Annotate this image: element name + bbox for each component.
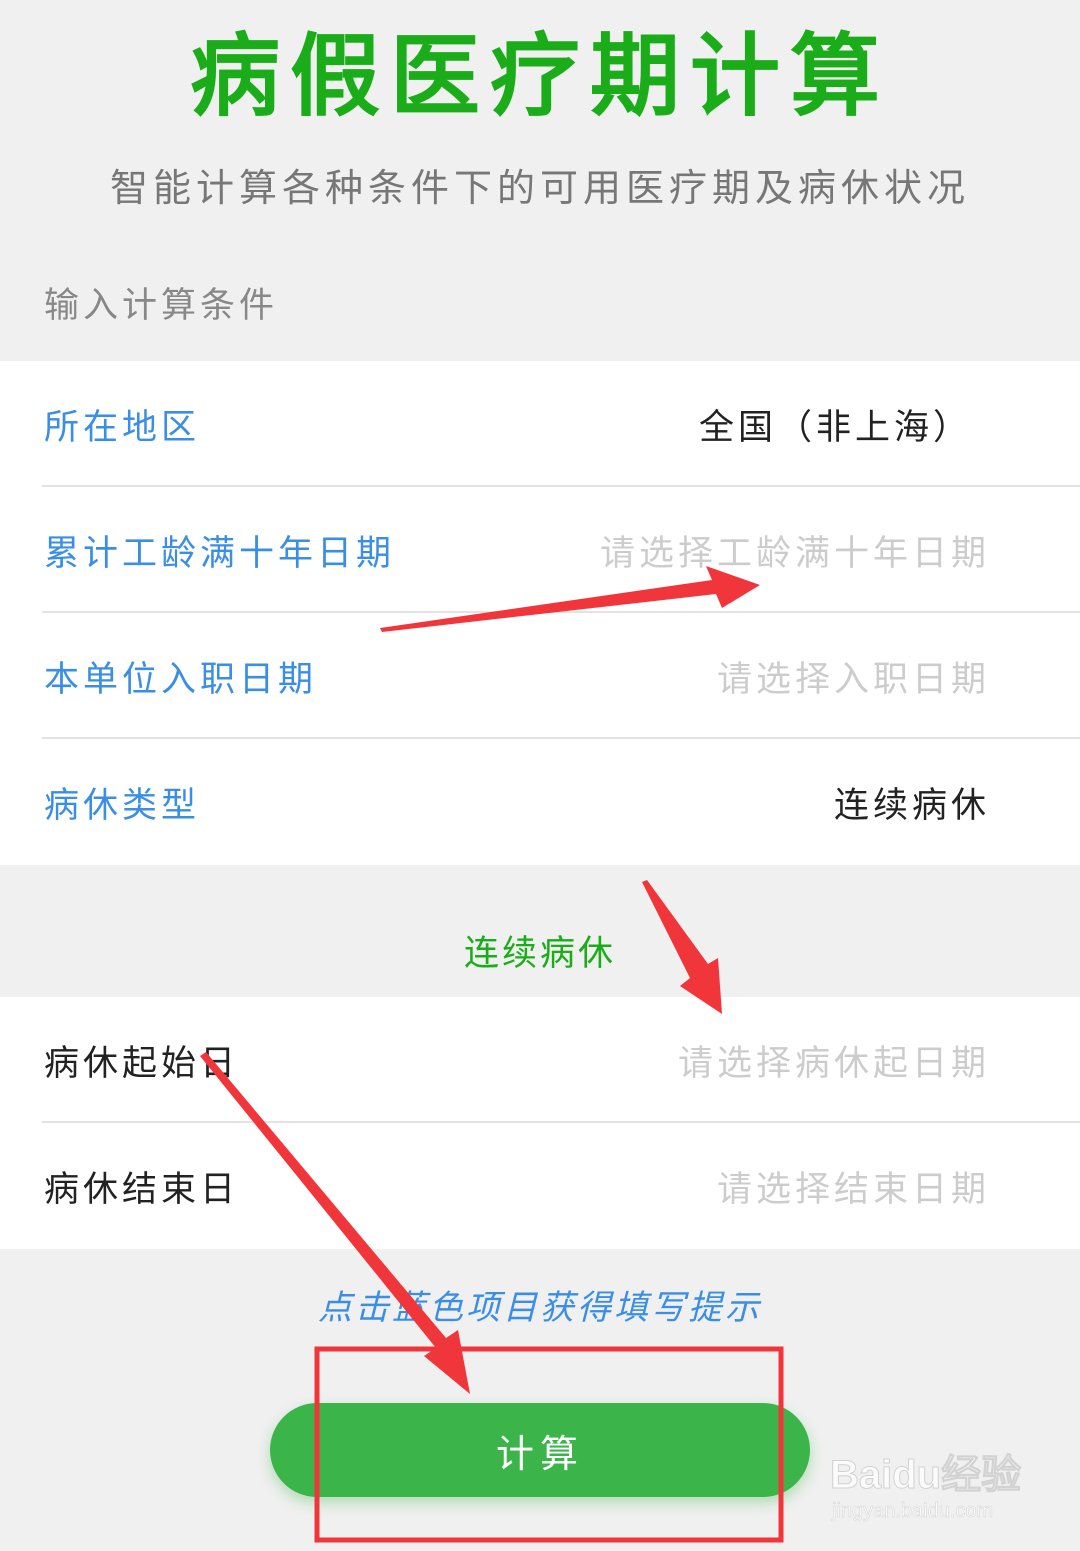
ten-year-service-date-row[interactable]: 累计工龄满十年日期 请选择工龄满十年日期: [0, 487, 1080, 613]
region-label[interactable]: 所在地区: [44, 399, 200, 450]
hire-date-row[interactable]: 本单位入职日期 请选择入职日期: [0, 613, 1080, 739]
leave-start-placeholder[interactable]: 请选择病休起日期: [678, 1035, 990, 1086]
ten-year-service-date-label[interactable]: 累计工龄满十年日期: [44, 525, 395, 576]
hire-date-label[interactable]: 本单位入职日期: [44, 651, 317, 702]
page-subtitle: 智能计算各种条件下的可用医疗期及病休状况: [109, 166, 970, 210]
input-conditions-card: 所在地区 全国（非上海） 累计工龄满十年日期 请选择工龄满十年日期 本单位入职日…: [0, 361, 1080, 865]
watermark-brand: Baidu经验: [829, 1453, 1022, 1498]
leave-dates-card: 病休起始日 请选择病休起日期 病休结束日 请选择结束日期: [0, 997, 1080, 1249]
leave-end-placeholder[interactable]: 请选择结束日期: [717, 1161, 990, 1212]
leave-type-row[interactable]: 病休类型 连续病休: [0, 739, 1080, 865]
leave-type-label[interactable]: 病休类型: [44, 777, 200, 828]
ten-year-service-date-placeholder[interactable]: 请选择工龄满十年日期: [600, 525, 990, 576]
leave-section-title: 连续病休: [463, 934, 616, 974]
watermark-url: jingyan.baidu.com: [832, 1500, 994, 1523]
fill-hint-text: 点击蓝色项目获得填写提示: [318, 1288, 762, 1328]
leave-start-label: 病休起始日: [44, 1043, 240, 1084]
calculate-button[interactable]: 计算: [270, 1403, 810, 1497]
region-value[interactable]: 全国（非上海）: [699, 399, 972, 450]
leave-end-label: 病休结束日: [44, 1169, 240, 1210]
page-title: 病假医疗期计算: [190, 24, 890, 129]
leave-end-row[interactable]: 病休结束日 请选择结束日期: [0, 1123, 1080, 1249]
leave-start-row[interactable]: 病休起始日 请选择病休起日期: [0, 997, 1080, 1123]
input-section-label: 输入计算条件: [44, 286, 279, 326]
leave-type-value[interactable]: 连续病休: [834, 777, 990, 828]
region-row[interactable]: 所在地区 全国（非上海）: [0, 361, 1080, 487]
baidu-jingyan-watermark: Baidu经验 jingyan.baidu.com: [829, 1436, 1030, 1536]
hire-date-placeholder[interactable]: 请选择入职日期: [717, 651, 990, 702]
